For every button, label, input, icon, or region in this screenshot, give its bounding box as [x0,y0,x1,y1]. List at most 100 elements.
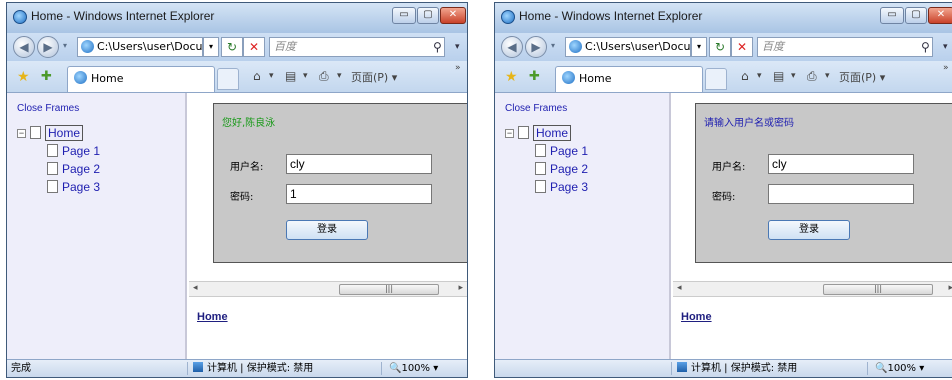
home-link[interactable]: Home [681,311,712,323]
tree-item-page-2[interactable]: Page 2 [550,162,588,176]
login-frame: 请输入用户名或密码 用户名: cly 密码: 登录 [673,93,952,281]
nav-history-dropdown-icon[interactable]: ▾ [551,41,555,50]
page-tree: − Home Page 1 Page 2 Page 3 [17,125,100,197]
home-dropdown-icon[interactable]: ▾ [269,71,274,81]
favorites-star-icon[interactable]: ★ [505,69,518,85]
home-icon[interactable]: ⌂ [253,69,261,83]
home-dropdown-icon[interactable]: ▾ [757,71,762,81]
favorites-star-icon[interactable]: ★ [17,69,30,85]
greeting-text: 您好,陈良泳 [222,118,276,129]
zoom-control[interactable]: 🔍100% ▾ [875,360,924,377]
document-icon [30,126,41,139]
username-input[interactable]: cly [286,154,432,174]
zoom-control[interactable]: 🔍100% ▾ [389,360,438,377]
close-frames-link[interactable]: Close Frames [505,103,567,114]
scroll-right-icon[interactable]: ▸ [948,283,952,293]
scrollbar-thumb[interactable]: ||| [823,284,933,295]
stop-icon[interactable]: ✕ [243,37,265,57]
tree-item-page-3[interactable]: Page 3 [550,180,588,194]
address-dropdown-icon[interactable]: ▾ [691,37,707,57]
address-text: C:\Users\user\Docur [585,40,691,53]
feeds-icon[interactable]: ▤ [285,69,296,83]
maximize-button[interactable]: ▢ [417,7,439,24]
search-options-dropdown-icon[interactable]: ▾ [455,42,460,52]
login-button[interactable]: 登录 [768,220,850,240]
horizontal-scrollbar[interactable]: ◂ ||| ▸ [673,281,952,297]
minimize-button[interactable]: ▭ [880,7,904,24]
print-icon[interactable]: ⎙ [319,69,329,84]
minimize-button[interactable]: ▭ [392,7,416,24]
search-options-dropdown-icon[interactable]: ▾ [943,42,948,52]
password-input[interactable] [768,184,914,204]
add-favorites-icon[interactable]: ✚ [41,69,52,84]
feeds-dropdown-icon[interactable]: ▾ [791,71,796,81]
print-dropdown-icon[interactable]: ▾ [825,71,830,81]
search-input[interactable]: 百度 [269,37,445,57]
close-button[interactable]: ✕ [928,7,952,24]
collapse-icon[interactable]: − [17,129,26,138]
new-tab-button[interactable] [217,68,239,90]
search-icon[interactable]: ⚲ [433,40,442,54]
address-dropdown-icon[interactable]: ▾ [203,37,219,57]
page-menu[interactable]: 页面(P) ▾ [839,69,885,85]
password-input[interactable]: 1 [286,184,432,204]
tree-item-page-1[interactable]: Page 1 [62,144,100,158]
tab-page-icon [74,71,87,84]
forward-button[interactable]: ▶ [37,36,59,58]
stop-icon[interactable]: ✕ [731,37,753,57]
print-icon[interactable]: ⎙ [807,69,817,84]
tree-item-page-1[interactable]: Page 1 [550,144,588,158]
scroll-right-icon[interactable]: ▸ [458,283,463,293]
feeds-dropdown-icon[interactable]: ▾ [303,71,308,81]
refresh-icon[interactable]: ↻ [221,37,243,57]
add-favorites-icon[interactable]: ✚ [529,69,540,84]
address-bar[interactable]: C:\Users\user\Docum [77,37,203,57]
feeds-icon[interactable]: ▤ [773,69,784,83]
collapse-icon[interactable]: − [505,129,514,138]
tab-label: Home [91,72,124,85]
close-button[interactable]: ✕ [440,7,466,24]
page-menu[interactable]: 页面(P) ▾ [351,69,397,85]
address-toolbar: ◀ ▶ ▾ C:\Users\user\Docur ▾ ↻ ✕ 百度 ⚲ ▾ [495,33,952,61]
document-icon [47,144,58,157]
security-zone[interactable]: 计算机 | 保护模式: 禁用 [193,360,313,377]
toolbar-overflow-icon[interactable]: » [943,63,949,73]
refresh-icon[interactable]: ↻ [709,37,731,57]
username-input[interactable]: cly [768,154,914,174]
page-content: Close Frames − Home Page 1 Page 2 Page 3 … [495,93,952,359]
back-button[interactable]: ◀ [501,36,523,58]
tree-item: Page 3 [17,179,100,197]
tree-item-page-2[interactable]: Page 2 [62,162,100,176]
document-icon [47,162,58,175]
home-icon[interactable]: ⌂ [741,69,749,83]
home-link[interactable]: Home [197,311,228,323]
title-bar[interactable]: Home - Windows Internet Explorer ▭ ▢ ✕ [495,3,952,33]
scrollbar-thumb[interactable]: ||| [339,284,439,295]
scroll-left-icon[interactable]: ◂ [193,283,198,293]
horizontal-scrollbar[interactable]: ◂ ||| ▸ [189,281,467,297]
maximize-button[interactable]: ▢ [905,7,927,24]
close-frames-link[interactable]: Close Frames [17,103,79,114]
address-bar[interactable]: C:\Users\user\Docur [565,37,691,57]
security-zone[interactable]: 计算机 | 保护模式: 禁用 [677,360,797,377]
search-input[interactable]: 百度 [757,37,933,57]
scroll-left-icon[interactable]: ◂ [677,283,682,293]
tree-item-home[interactable]: Home [533,125,572,141]
tree-item-home[interactable]: Home [45,125,84,141]
page-content: Close Frames − Home Page 1 Page 2 Page 3 … [7,93,467,359]
title-bar[interactable]: Home - Windows Internet Explorer ▭ ▢ ✕ [7,3,467,33]
tab-home[interactable]: Home [555,66,703,92]
toolbar-overflow-icon[interactable]: » [455,63,461,73]
status-bar: 计算机 | 保护模式: 禁用 🔍100% ▾ [495,359,952,377]
document-icon [47,180,58,193]
new-tab-button[interactable] [705,68,727,90]
print-dropdown-icon[interactable]: ▾ [337,71,342,81]
search-icon[interactable]: ⚲ [921,40,930,54]
computer-zone-icon [677,362,687,372]
forward-button[interactable]: ▶ [525,36,547,58]
tab-home[interactable]: Home [67,66,215,92]
back-button[interactable]: ◀ [13,36,35,58]
tree-item-page-3[interactable]: Page 3 [62,180,100,194]
login-button[interactable]: 登录 [286,220,368,240]
nav-history-dropdown-icon[interactable]: ▾ [63,41,67,50]
